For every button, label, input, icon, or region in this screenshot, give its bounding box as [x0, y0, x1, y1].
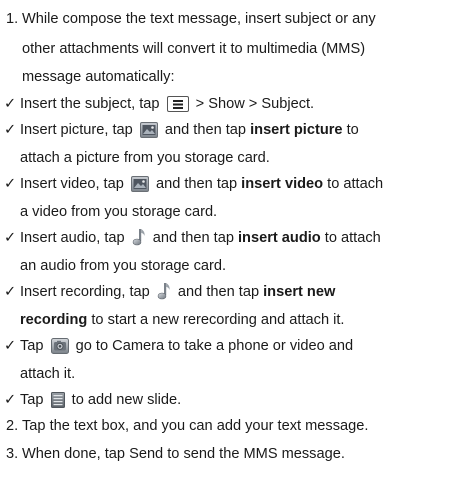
bullet-text: to start a new rerecording and attach it… — [87, 312, 345, 328]
bullet-bold-text: insert picture — [250, 122, 343, 138]
bullet-text: to — [342, 122, 359, 138]
step-number: 3. — [6, 446, 19, 462]
check-mark-icon: ✓ — [4, 122, 17, 138]
bullet-recording: ✓ Insert recording, tap and then tap ins… — [0, 279, 457, 305]
step-number: 2. — [6, 418, 19, 434]
bullet-camera: ✓ Tap go to Camera to take a phone or vi… — [0, 333, 457, 359]
bullet-text: Tap — [20, 392, 44, 408]
step-1-line-2: other attachments will convert it to mul… — [0, 36, 457, 62]
bullet-text: Insert audio, tap — [20, 230, 125, 246]
check-mark-icon: ✓ — [4, 96, 17, 112]
camera-icon — [50, 338, 69, 354]
bullet-text: attach a picture from you storage card. — [20, 150, 270, 166]
picture-icon — [130, 176, 149, 192]
check-mark-icon: ✓ — [4, 230, 17, 246]
bullet-bold-text: recording — [20, 312, 88, 328]
bullet-text: Tap — [20, 338, 44, 354]
step-1-line-1: 1. While compose the text message, inser… — [0, 6, 457, 32]
bullet-bold-text: insert audio — [238, 230, 321, 246]
check-mark-icon: ✓ — [4, 176, 17, 192]
bullet-text: to attach — [323, 176, 384, 192]
bullet-text: Insert recording, tap — [20, 284, 150, 300]
bullet-text: > Show > Subject. — [191, 96, 315, 112]
bullet-text: Insert the subject, tap — [20, 96, 160, 112]
bullet-audio: ✓ Insert audio, tap and then tap insert … — [0, 225, 457, 251]
bullet-video-cont: a video from you storage card. — [0, 199, 457, 225]
step-text: message automatically: — [22, 69, 175, 85]
bullet-text: Insert picture, tap — [20, 122, 133, 138]
bullet-bold-text: insert new — [263, 284, 336, 300]
bullet-subject: ✓ Insert the subject, tap > Show > Subje… — [0, 91, 457, 117]
bullet-text: and then tap — [160, 122, 251, 138]
bullet-audio-cont: an audio from you storage card. — [0, 253, 457, 279]
bullet-text: and then tap — [173, 284, 264, 300]
bullet-text: go to Camera to take a phone or video an… — [71, 338, 354, 354]
bullet-text: an audio from you storage card. — [20, 258, 227, 274]
step-1-line-3: message automatically: — [0, 64, 457, 90]
bullet-text: to add new slide. — [67, 392, 182, 408]
step-text: other attachments will convert it to mul… — [22, 41, 366, 57]
check-mark-icon: ✓ — [4, 338, 17, 354]
check-mark-icon: ✓ — [4, 284, 17, 300]
bullet-video: ✓ Insert video, tap and then tap insert … — [0, 171, 457, 197]
bullet-recording-cont: recording to start a new rerecording and… — [0, 307, 457, 333]
instructions-page: 1. While compose the text message, inser… — [0, 0, 457, 501]
step-text: Tap the text box, and you can add your t… — [22, 418, 369, 434]
bullet-text: attach it. — [20, 366, 76, 382]
step-text: While compose the text message, insert s… — [22, 11, 376, 27]
bullet-text: to attach — [320, 230, 381, 246]
bullet-text: and then tap — [148, 230, 238, 246]
step-3: 3. When done, tap Send to send the MMS m… — [0, 441, 457, 467]
step-2: 2. Tap the text box, and you can add you… — [0, 413, 457, 439]
step-text: When done, tap Send to send the MMS mess… — [22, 446, 345, 462]
check-mark-icon: ✓ — [4, 392, 17, 408]
music-note-icon — [132, 229, 145, 246]
bullet-text: a video from you storage card. — [20, 204, 218, 220]
slide-icon — [50, 392, 65, 408]
bullet-slide: ✓ Tap to add new slide. — [0, 387, 457, 413]
bullet-text: Insert video, tap — [20, 176, 124, 192]
bullet-picture-cont: attach a picture from you storage card. — [0, 145, 457, 171]
bullet-picture: ✓ Insert picture, tap and then tap inser… — [0, 117, 457, 143]
menu-icon — [166, 96, 189, 112]
picture-icon — [139, 122, 158, 138]
bullet-text: and then tap — [151, 176, 242, 192]
music-note-icon — [157, 283, 170, 300]
bullet-bold-text: insert video — [241, 176, 324, 192]
bullet-camera-cont: attach it. — [0, 361, 457, 387]
step-number: 1. — [6, 11, 19, 27]
